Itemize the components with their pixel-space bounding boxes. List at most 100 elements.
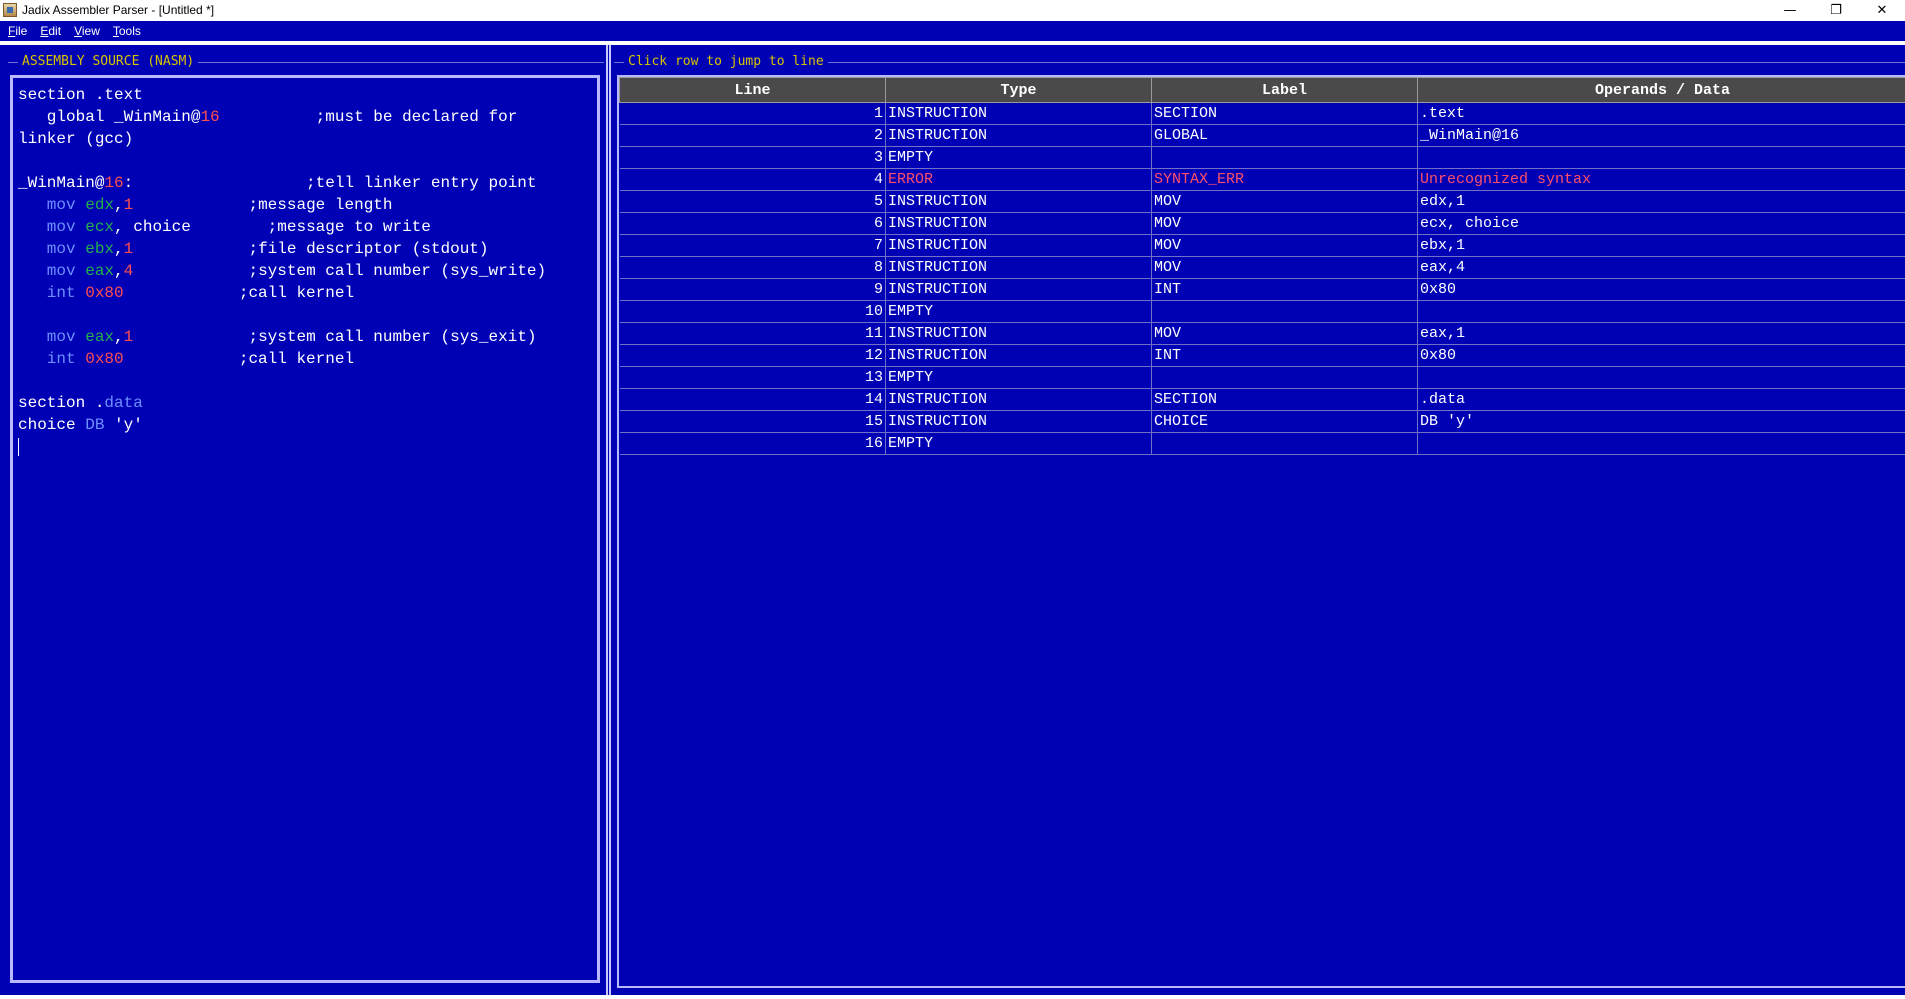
menu-file[interactable]: File (7, 24, 28, 38)
code-line: mov eax,1 ;system call number (sys_exit) (18, 326, 597, 348)
header-type[interactable]: Type (885, 77, 1152, 103)
cell-label: MOV (1151, 322, 1418, 345)
code-token: 1 (123, 328, 134, 346)
table-row[interactable]: 6 INSTRUCTION MOV ecx, choice (619, 212, 1905, 235)
code-line: global _WinMain@16 ;must be declared for (18, 106, 597, 128)
cell-line: 10 (619, 300, 886, 323)
cell-type: EMPTY (885, 146, 1152, 169)
cell-operands: eax,1 (1417, 322, 1905, 345)
code-token: eax (85, 328, 115, 346)
code-token: ;system call number (sys_write) (133, 262, 547, 280)
table-row[interactable]: 14 INSTRUCTION SECTION .data (619, 388, 1905, 411)
table-row[interactable]: 11 INSTRUCTION MOV eax,1 (619, 322, 1905, 345)
parse-panel-header: Click row to jump to line (614, 52, 1905, 72)
parse-panel: Click row to jump to line Line Type Labe… (614, 52, 1905, 988)
code-token: mov (18, 196, 86, 214)
cell-type: INSTRUCTION (885, 212, 1152, 235)
code-token: 1 (123, 196, 134, 214)
cell-label: GLOBAL (1151, 124, 1418, 147)
cell-operands: edx,1 (1417, 190, 1905, 213)
code-token: global _WinMain@ (18, 108, 201, 126)
cell-operands: Unrecognized syntax (1417, 168, 1905, 191)
cell-type: INSTRUCTION (885, 278, 1152, 301)
header-operands[interactable]: Operands / Data (1417, 77, 1905, 103)
table-header-row: Line Type Label Operands / Data (619, 77, 1905, 103)
table-row[interactable]: 9 INSTRUCTION INT 0x80 (619, 278, 1905, 301)
table-row[interactable]: 7 INSTRUCTION MOV ebx,1 (619, 234, 1905, 257)
table-row[interactable]: 15 INSTRUCTION CHOICE DB 'y' (619, 410, 1905, 433)
cell-label: SYNTAX_ERR (1151, 168, 1418, 191)
cell-type: INSTRUCTION (885, 102, 1152, 125)
cell-line: 16 (619, 432, 886, 455)
code-token: int (18, 284, 86, 302)
cell-operands (1417, 300, 1905, 323)
table-row[interactable]: 12 INSTRUCTION INT 0x80 (619, 344, 1905, 367)
cell-type: INSTRUCTION (885, 322, 1152, 345)
header-line[interactable]: Line (619, 77, 886, 103)
code-token: 0x80 (85, 350, 124, 368)
cell-type: INSTRUCTION (885, 388, 1152, 411)
restore-icon[interactable]: ❐ (1813, 0, 1859, 20)
bottom-strip (0, 995, 1905, 999)
cell-label: CHOICE (1151, 410, 1418, 433)
parse-table: Line Type Label Operands / Data 1 INSTRUC… (619, 77, 1905, 455)
cell-operands: .data (1417, 388, 1905, 411)
code-token: section .text (18, 86, 143, 104)
minimize-icon[interactable]: — (1767, 0, 1813, 20)
cell-line: 11 (619, 322, 886, 345)
code-line: _WinMain@16: ;tell linker entry point (18, 172, 597, 194)
code-token: , (114, 196, 124, 214)
table-row[interactable]: 3 EMPTY (619, 146, 1905, 169)
code-line: mov ecx, choice ;message to write (18, 216, 597, 238)
code-editor[interactable]: section .text global _WinMain@16 ;must b… (10, 75, 600, 983)
cell-label: MOV (1151, 190, 1418, 213)
table-row[interactable]: 8 INSTRUCTION MOV eax,4 (619, 256, 1905, 279)
code-token: , (114, 328, 124, 346)
table-row[interactable]: 1 INSTRUCTION SECTION .text (619, 102, 1905, 125)
cell-label: INT (1151, 278, 1418, 301)
cell-type: EMPTY (885, 432, 1152, 455)
cell-label: SECTION (1151, 388, 1418, 411)
code-line: mov eax,4 ;system call number (sys_write… (18, 260, 597, 282)
table-row[interactable]: 5 INSTRUCTION MOV edx,1 (619, 190, 1905, 213)
code-token: 0x80 (85, 284, 124, 302)
code-line: section .data (18, 392, 597, 414)
table-row[interactable]: 2 INSTRUCTION GLOBAL _WinMain@16 (619, 124, 1905, 147)
cell-type: INSTRUCTION (885, 234, 1152, 257)
code-token: ;system call number (sys_exit) (133, 328, 537, 346)
cell-line: 7 (619, 234, 886, 257)
code-line: mov edx,1 ;message length (18, 194, 597, 216)
source-panel-header: ASSEMBLY SOURCE (NASM) (8, 52, 604, 72)
cell-label (1151, 146, 1418, 169)
cell-line: 13 (619, 366, 886, 389)
table-row[interactable]: 10 EMPTY (619, 300, 1905, 323)
menu-tools[interactable]: Tools (112, 24, 142, 38)
code-line: section .text (18, 84, 597, 106)
close-icon[interactable]: ✕ (1859, 0, 1905, 20)
menu-edit[interactable]: Edit (39, 24, 62, 38)
code-line: mov ebx,1 ;file descriptor (stdout) (18, 238, 597, 260)
cell-label: MOV (1151, 212, 1418, 235)
source-panel: ASSEMBLY SOURCE (NASM) section .text glo… (8, 52, 604, 988)
title-bar: Jadix Assembler Parser - [Untitled *] — … (0, 0, 1905, 20)
code-token: , choice ;message to write (114, 218, 431, 236)
table-row[interactable]: 13 EMPTY (619, 366, 1905, 389)
code-token: choice (18, 416, 86, 434)
table-row[interactable]: 4 ERROR SYNTAX_ERR Unrecognized syntax (619, 168, 1905, 191)
cell-label (1151, 366, 1418, 389)
code-token: ebx (85, 240, 115, 258)
menu-view[interactable]: View (73, 24, 101, 38)
table-row[interactable]: 16 EMPTY (619, 432, 1905, 455)
code-token: , (114, 240, 124, 258)
header-label[interactable]: Label (1151, 77, 1418, 103)
cell-line: 2 (619, 124, 886, 147)
code-line: int 0x80 ;call kernel (18, 348, 597, 370)
split-pane-divider[interactable] (606, 45, 611, 995)
code-token: ;call kernel (123, 284, 355, 302)
code-token: int (18, 350, 86, 368)
code-token: data (104, 394, 143, 412)
cell-operands (1417, 432, 1905, 455)
